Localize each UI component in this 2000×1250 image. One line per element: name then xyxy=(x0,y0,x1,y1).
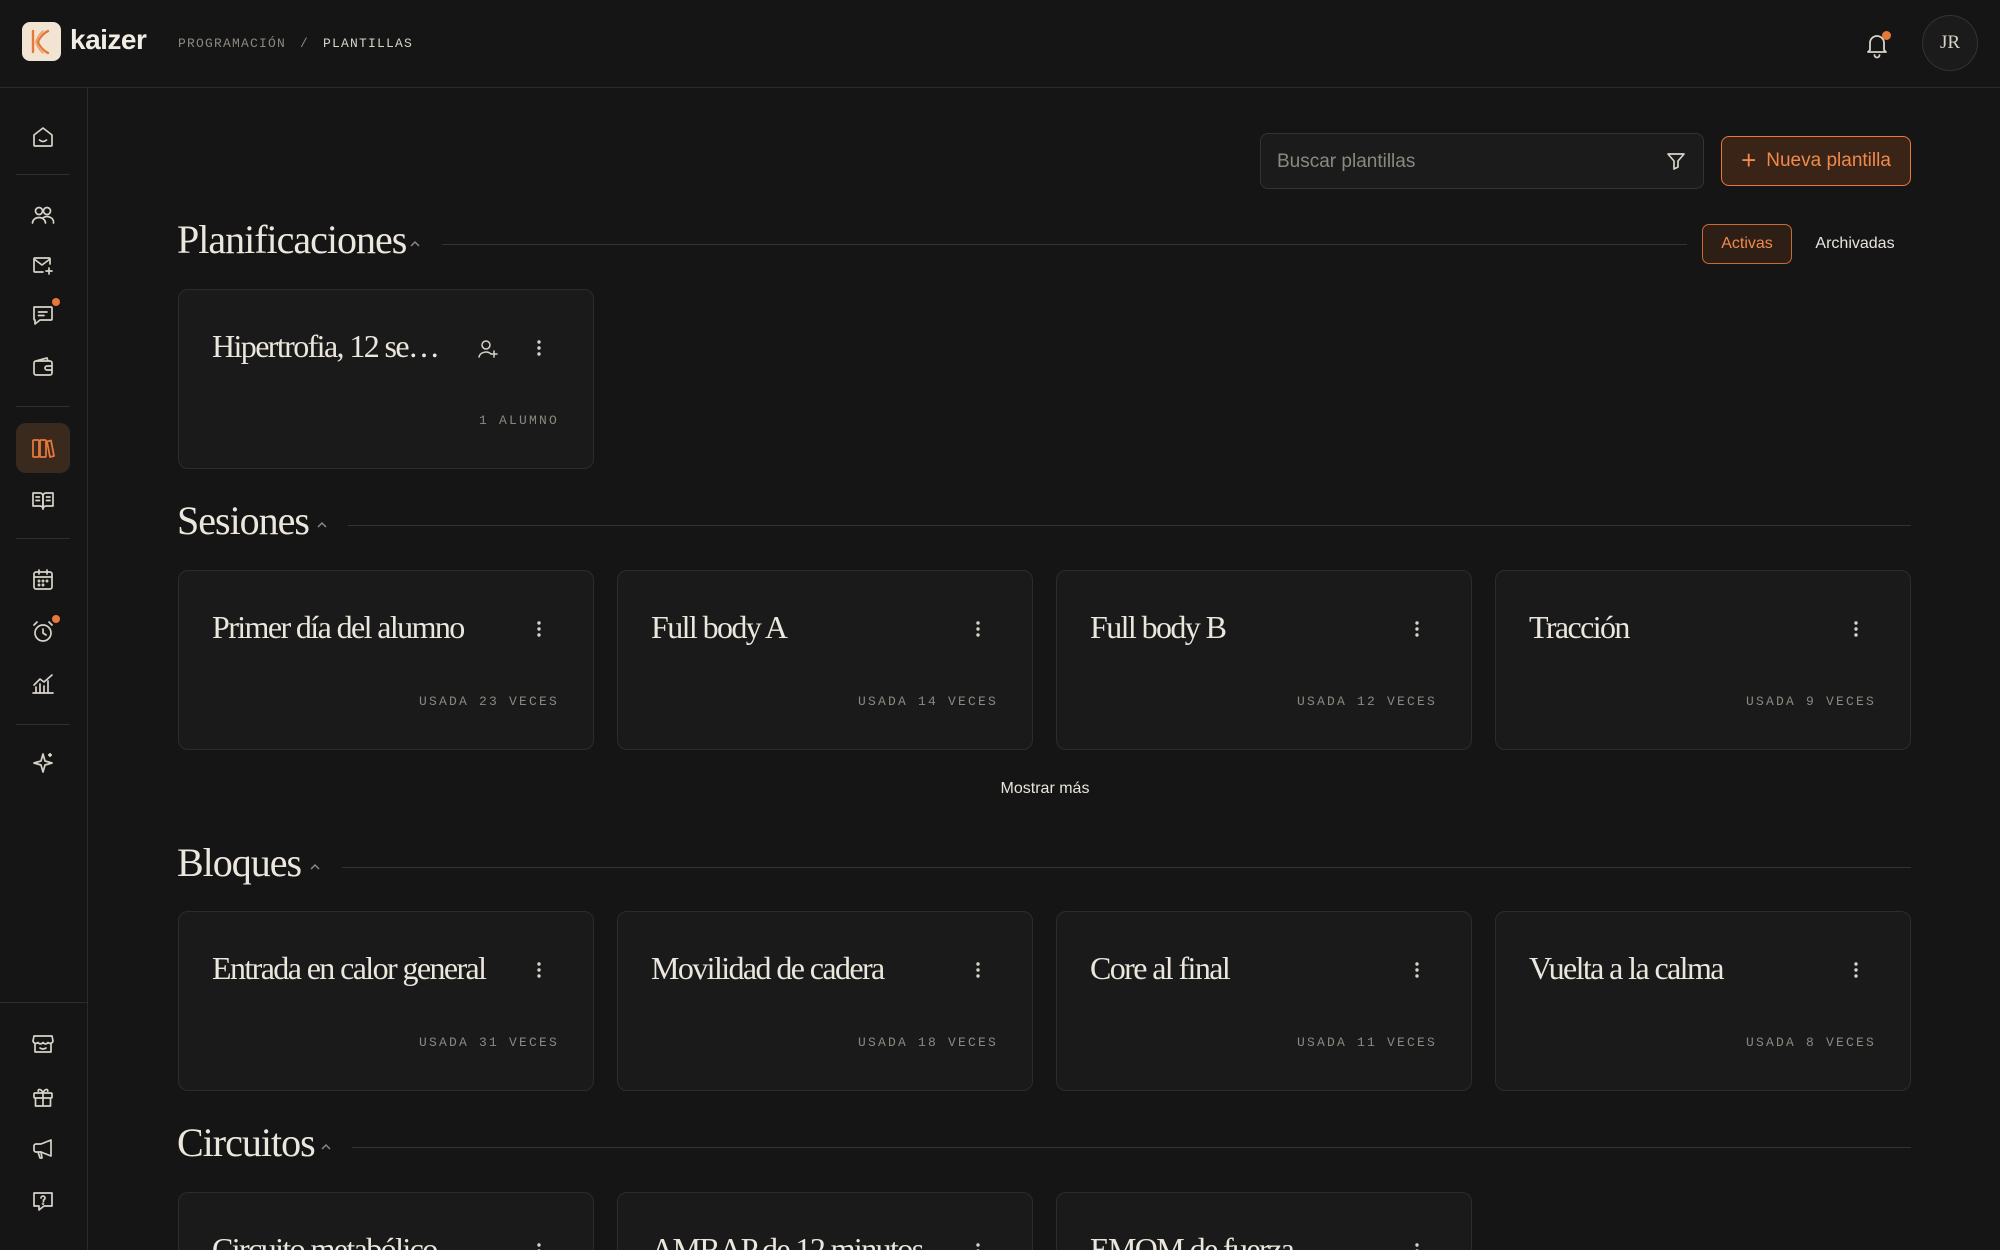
more-options-icon[interactable] xyxy=(1407,1239,1427,1250)
card-title: AMRAP de 12 minutos xyxy=(651,1231,924,1250)
wallet-icon[interactable] xyxy=(16,342,70,392)
template-card[interactable]: Circuito metabólico xyxy=(178,1192,594,1250)
breadcrumb-current: PLANTILLAS xyxy=(323,36,414,51)
card-title: Full body A xyxy=(651,609,788,645)
template-card[interactable]: Entrada en calor general USADA 31 VECES xyxy=(178,911,594,1091)
card-title: Tracción xyxy=(1529,609,1630,645)
avatar[interactable]: JR xyxy=(1922,15,1978,71)
card-title: Full body B xyxy=(1090,609,1227,645)
card-meta: USADA 31 VECES xyxy=(418,1035,559,1050)
card-meta: USADA 23 VECES xyxy=(418,694,559,709)
more-options-icon[interactable] xyxy=(1407,617,1427,641)
section-rule xyxy=(442,244,1687,245)
chevron-up-icon[interactable] xyxy=(315,518,329,532)
card-title: Vuelta a la calma xyxy=(1529,950,1724,986)
users-icon[interactable] xyxy=(16,190,70,240)
new-template-button[interactable]: + Nueva plantilla xyxy=(1721,136,1911,186)
more-options-icon[interactable] xyxy=(1846,958,1866,982)
search-input[interactable] xyxy=(1277,148,1657,176)
breadcrumb-parent[interactable]: PROGRAMACIÓN xyxy=(178,36,286,51)
more-options-icon[interactable] xyxy=(968,1239,988,1250)
template-card[interactable]: Movilidad de cadera USADA 18 VECES xyxy=(617,911,1033,1091)
sidebar-divider xyxy=(16,724,70,725)
card-title: Entrada en calor general xyxy=(212,950,487,986)
assign-student-icon[interactable] xyxy=(475,336,501,362)
more-options-icon[interactable] xyxy=(1846,617,1866,641)
section-title-sesiones: Sesiones xyxy=(177,498,310,543)
help-icon[interactable] xyxy=(16,1176,70,1226)
more-options-icon[interactable] xyxy=(529,336,549,360)
chevron-up-icon[interactable] xyxy=(308,860,322,874)
plus-icon: + xyxy=(1741,145,1757,175)
breadcrumb: PROGRAMACIÓN / PLANTILLAS xyxy=(178,36,413,51)
chat-badge xyxy=(52,298,60,306)
mail-add-icon[interactable] xyxy=(16,240,70,290)
alarm-badge xyxy=(52,615,60,623)
template-card[interactable]: Hipertrofia, 12 semanas 1 ALUMNO xyxy=(178,289,594,469)
card-title: Core al final xyxy=(1090,950,1231,986)
chart-icon[interactable] xyxy=(16,659,70,709)
home-icon[interactable] xyxy=(16,112,70,162)
more-options-icon[interactable] xyxy=(529,1239,549,1250)
template-card[interactable]: EMOM de fuerza xyxy=(1056,1192,1472,1250)
section-title-bloques: Bloques xyxy=(177,840,302,885)
sidebar-divider xyxy=(16,538,70,539)
more-options-icon[interactable] xyxy=(529,958,549,982)
more-options-icon[interactable] xyxy=(968,617,988,641)
template-card[interactable]: Full body B USADA 12 VECES xyxy=(1056,570,1472,750)
sidebar-divider xyxy=(16,174,70,175)
section-rule xyxy=(352,1147,1911,1148)
template-card[interactable]: Tracción USADA 9 VECES xyxy=(1495,570,1911,750)
sidebar-divider xyxy=(0,1002,88,1003)
alarm-icon[interactable] xyxy=(16,607,70,657)
brand-name: kaizer xyxy=(70,24,147,55)
section-title-planificaciones: Planificaciones xyxy=(177,217,407,262)
chevron-up-icon[interactable] xyxy=(319,1140,333,1154)
card-meta: 1 ALUMNO xyxy=(478,413,559,428)
sidebar-divider xyxy=(16,406,70,407)
template-card[interactable]: Core al final USADA 11 VECES xyxy=(1056,911,1472,1091)
template-card[interactable]: Vuelta a la calma USADA 8 VECES xyxy=(1495,911,1911,1091)
card-title: EMOM de fuerza xyxy=(1090,1231,1295,1250)
chevron-up-icon[interactable] xyxy=(408,237,422,251)
more-options-icon[interactable] xyxy=(529,617,549,641)
card-title: Hipertrofia, 12 semanas xyxy=(212,328,446,364)
megaphone-icon[interactable] xyxy=(16,1124,70,1174)
top-bar: kaizer PROGRAMACIÓN / PLANTILLAS JR xyxy=(0,0,2000,88)
chat-icon[interactable] xyxy=(16,290,70,340)
template-card[interactable]: AMRAP de 12 minutos xyxy=(617,1192,1033,1250)
new-template-label: Nueva plantilla xyxy=(1766,150,1891,171)
sparkle-icon[interactable] xyxy=(16,738,70,788)
gift-icon[interactable] xyxy=(16,1072,70,1122)
card-meta: USADA 11 VECES xyxy=(1296,1035,1437,1050)
sidebar xyxy=(0,88,88,1250)
card-title: Movilidad de cadera xyxy=(651,950,885,986)
section-rule xyxy=(348,525,1911,526)
card-meta: USADA 12 VECES xyxy=(1296,694,1437,709)
store-icon[interactable] xyxy=(16,1019,70,1069)
library-icon[interactable] xyxy=(16,423,70,473)
card-meta: USADA 18 VECES xyxy=(857,1035,998,1050)
search-box xyxy=(1260,133,1704,189)
filter-icon[interactable] xyxy=(1665,150,1687,177)
card-meta: USADA 14 VECES xyxy=(857,694,998,709)
filter-archived-tab[interactable]: Archivadas xyxy=(1800,224,1910,264)
card-meta: USADA 9 VECES xyxy=(1745,694,1876,709)
more-options-icon[interactable] xyxy=(1407,958,1427,982)
card-title: Primer día del alumno xyxy=(212,609,465,645)
calendar-icon[interactable] xyxy=(16,555,70,605)
template-card[interactable]: Primer día del alumno USADA 23 VECES xyxy=(178,570,594,750)
notification-badge xyxy=(1882,31,1891,40)
breadcrumb-separator: / xyxy=(300,36,310,51)
template-card[interactable]: Full body A USADA 14 VECES xyxy=(617,570,1033,750)
show-more-button[interactable]: Mostrar más xyxy=(990,780,1100,798)
section-rule xyxy=(342,867,1911,868)
more-options-icon[interactable] xyxy=(968,958,988,982)
section-title-circuitos: Circuitos xyxy=(177,1120,316,1165)
card-title: Circuito metabólico xyxy=(212,1231,438,1250)
kaizer-logo-icon[interactable] xyxy=(22,22,61,61)
book-icon[interactable] xyxy=(16,475,70,525)
card-meta: USADA 8 VECES xyxy=(1745,1035,1876,1050)
filter-active-tab[interactable]: Activas xyxy=(1702,224,1792,264)
